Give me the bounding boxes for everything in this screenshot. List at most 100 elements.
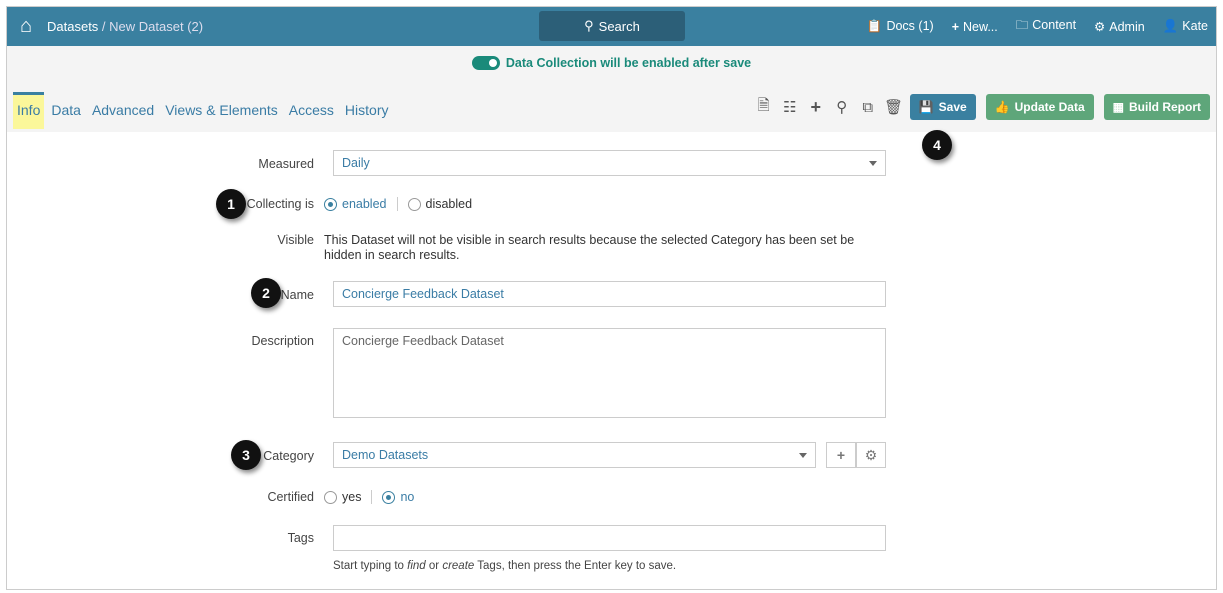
tab-advanced[interactable]: Advanced: [88, 92, 158, 129]
chevron-down-icon: [869, 161, 877, 166]
description-textarea[interactable]: Concierge Feedback Dataset: [333, 328, 886, 418]
top-bar: ⌂ Datasets / New Dataset (2) ⚲ Search 📋 Do…: [7, 7, 1216, 46]
nav-docs[interactable]: 📋 Docs (1): [867, 19, 934, 34]
tab-info[interactable]: Info: [13, 92, 45, 129]
banner-text: Data Collection will be enabled after sa…: [505, 56, 752, 70]
nav-label: New...: [963, 19, 998, 34]
category-value: Demo Datasets: [342, 448, 429, 462]
radio-label: disabled: [425, 197, 473, 211]
divider: [371, 490, 373, 504]
visible-row: Visible This Dataset will not be visible …: [7, 233, 879, 263]
visible-text: This Dataset will not be visible in sear…: [324, 233, 855, 262]
step-badge-2: 2: [251, 278, 281, 308]
radio-unchecked-icon: [407, 197, 421, 211]
collection-banner: Data Collection will be enabled after sa…: [7, 56, 1216, 70]
step-badge-3: 3: [231, 440, 261, 470]
radio-label: enabled: [342, 197, 387, 211]
hint-text: create: [442, 560, 475, 572]
plus-icon: +: [951, 19, 959, 34]
user-icon: 👤: [1162, 19, 1179, 33]
radio-label: no: [400, 490, 415, 504]
clipboard-icon: 📋: [866, 19, 883, 33]
tags-hint: Start typing to find or create Tags, the…: [333, 560, 676, 572]
category-settings-button[interactable]: ⚙: [856, 442, 886, 468]
collecting-enabled-radio[interactable]: enabled: [324, 197, 387, 211]
update-label: Update Data: [1014, 100, 1085, 114]
document-icon[interactable]: 🗎: [754, 95, 774, 120]
nav-new[interactable]: + New...: [952, 20, 998, 34]
certified-no-radio[interactable]: no: [382, 490, 414, 504]
hint-text: Tags, then press the Enter key to save.: [474, 560, 677, 572]
certified-label: Certified: [267, 490, 314, 504]
breadcrumb-datasets[interactable]: Datasets: [47, 19, 98, 34]
search-button[interactable]: ⚲ Search: [539, 11, 685, 41]
top-nav: 📋 Docs (1) + New... 🗀 Content ⚙ Admin 👤 Kate: [867, 7, 1208, 46]
plus-icon: +: [836, 447, 846, 463]
save-button[interactable]: 💾 Save: [909, 94, 976, 120]
breadcrumb-current: New Dataset (2): [109, 19, 204, 34]
tags-label: Tags: [287, 531, 314, 545]
radio-label: yes: [342, 490, 362, 504]
add-category-button[interactable]: +: [826, 442, 856, 468]
collection-toggle[interactable]: [471, 56, 500, 70]
tab-access[interactable]: Access: [285, 92, 338, 129]
category-label: Category: [263, 449, 314, 463]
measured-value: Daily: [342, 156, 370, 170]
tab-views-elements[interactable]: Views & Elements: [161, 92, 282, 129]
tags-row: Tags: [7, 531, 324, 545]
search-label: Search: [598, 18, 640, 34]
tags-input[interactable]: [333, 525, 886, 551]
tab-data[interactable]: Data: [47, 92, 85, 129]
tab-history[interactable]: History: [341, 92, 393, 129]
folder-icon: 🗀: [1015, 18, 1029, 32]
category-row: Category: [7, 449, 324, 463]
search-icon: ⚲: [584, 18, 594, 33]
step-badge-4: 4: [922, 130, 952, 160]
visible-label: Visible: [277, 233, 314, 247]
name-input[interactable]: Concierge Feedback Dataset: [333, 281, 886, 307]
trash-icon[interactable]: 🗑: [884, 98, 904, 116]
collecting-label: Collecting is: [246, 197, 314, 211]
copy-icon[interactable]: ⧉: [858, 99, 878, 116]
hierarchy-icon[interactable]: ☷: [780, 98, 800, 116]
measured-select[interactable]: Daily: [333, 150, 886, 176]
measured-row: Measured: [7, 157, 324, 171]
nav-admin[interactable]: ⚙ Admin: [1094, 19, 1145, 34]
gear-icon: ⚙: [864, 446, 878, 463]
plus-icon[interactable]: +: [806, 97, 826, 118]
certified-row: Certified yes no: [7, 490, 414, 504]
nav-label: Docs (1): [886, 19, 934, 33]
nav-user[interactable]: 👤 Kate: [1163, 19, 1208, 34]
toolbar: 🗎 ☷ + ⚲ ⧉ 🗑 💾 Save 👍 Update Data ▦ Build Re…: [754, 94, 1210, 120]
step-badge-1: 1: [216, 189, 246, 219]
tab-bar: Info Data Advanced Views & Elements Acce…: [13, 92, 395, 129]
hint-text: find: [407, 560, 426, 572]
hint-text: Start typing to: [333, 560, 408, 572]
description-row: Description: [7, 334, 324, 348]
breadcrumb-separator: /: [98, 19, 110, 34]
radio-checked-icon: [324, 197, 337, 211]
search-icon[interactable]: ⚲: [832, 98, 852, 116]
nav-label: Kate: [1182, 19, 1208, 33]
nav-content[interactable]: 🗀 Content: [1016, 16, 1076, 37]
gear-icon: ⚙: [1094, 20, 1106, 34]
nav-label: Admin: [1109, 20, 1145, 34]
nav-label: Content: [1032, 18, 1077, 32]
category-select[interactable]: Demo Datasets: [333, 442, 816, 468]
build-label: Build Report: [1129, 100, 1201, 114]
radio-checked-icon: [382, 490, 396, 504]
app-window: ⌂ Datasets / New Dataset (2) ⚲ Search 📋 Do…: [6, 6, 1217, 590]
radio-unchecked-icon: [324, 490, 337, 504]
measured-label: Measured: [258, 157, 314, 171]
update-data-button[interactable]: 👍 Update Data: [985, 94, 1094, 120]
certified-yes-radio[interactable]: yes: [324, 490, 361, 504]
collecting-disabled-radio[interactable]: disabled: [407, 197, 473, 211]
build-report-button[interactable]: ▦ Build Report: [1103, 94, 1210, 120]
hint-text: or: [425, 560, 443, 572]
home-icon[interactable]: ⌂: [15, 15, 37, 37]
breadcrumb: Datasets / New Dataset (2): [47, 19, 203, 34]
thumbs-up-icon: 👍: [994, 100, 1010, 114]
table-icon: ▦: [1112, 100, 1124, 114]
save-icon: 💾: [918, 100, 934, 114]
save-label: Save: [938, 100, 967, 114]
